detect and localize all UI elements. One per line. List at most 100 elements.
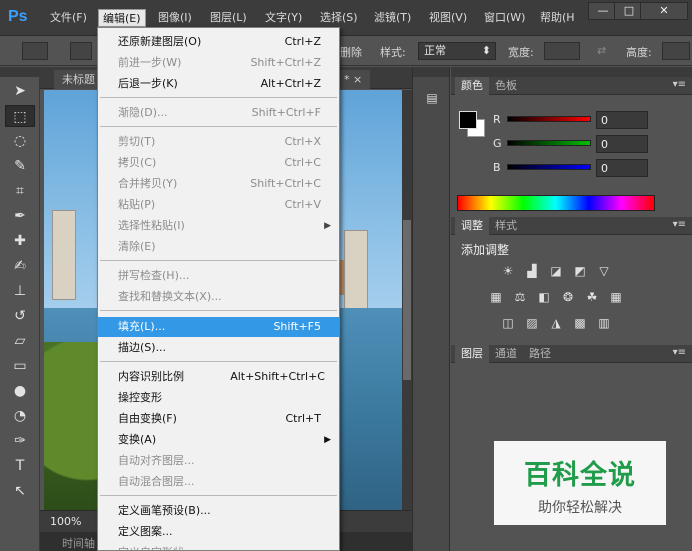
- document-tab-left[interactable]: 未标题: [54, 70, 103, 89]
- menu-separator: [100, 495, 337, 496]
- menu-view[interactable]: 视图(V): [425, 9, 471, 27]
- close-button[interactable]: ✕: [640, 2, 688, 20]
- menu-item-copy-merged[interactable]: 合并拷贝(Y) Shift+Ctrl+C: [98, 174, 339, 194]
- panel-menu-icon[interactable]: ▾≡: [673, 219, 686, 230]
- style-select[interactable]: 正常 ⬍: [418, 42, 496, 60]
- menu-item-step-forward[interactable]: 前进一步(W) Shift+Ctrl+Z: [98, 53, 339, 73]
- menu-item-fill[interactable]: 填充(L)... Shift+F5: [98, 317, 339, 337]
- menu-item-puppet-warp[interactable]: 操控变形: [98, 388, 339, 408]
- tab-swatches[interactable]: 色板: [489, 77, 523, 95]
- tab-paths[interactable]: 路径: [523, 345, 557, 363]
- menu-item-define-pattern[interactable]: 定义图案...: [98, 522, 339, 542]
- menu-image[interactable]: 图像(I): [154, 9, 196, 27]
- eraser-tool-icon[interactable]: ▱: [5, 330, 35, 352]
- menu-item-clear[interactable]: 清除(E): [98, 237, 339, 257]
- menu-item-step-backward[interactable]: 后退一步(K) Alt+Ctrl+Z: [98, 74, 339, 94]
- menu-filter[interactable]: 滤镜(T): [370, 9, 415, 27]
- history-panel-icon[interactable]: ▤: [422, 91, 442, 109]
- eyedropper-tool-icon[interactable]: ✒: [5, 205, 35, 227]
- menu-type[interactable]: 文字(Y): [261, 9, 306, 27]
- menu-edit[interactable]: 编辑(E): [98, 9, 146, 27]
- menu-item-auto-align[interactable]: 自动对齐图层...: [98, 451, 339, 471]
- blue-channel-slider[interactable]: [507, 164, 591, 170]
- color-balance-icon[interactable]: ⚖: [511, 289, 529, 305]
- chevron-icon: ⬍: [481, 44, 491, 57]
- menu-item-paste[interactable]: 粘贴(P) Ctrl+V: [98, 195, 339, 215]
- color-spectrum-bar[interactable]: [457, 195, 655, 211]
- menu-item-define-shape[interactable]: 定义自定形状...: [98, 543, 339, 550]
- foreground-color-swatch[interactable]: [459, 111, 477, 129]
- type-tool-icon[interactable]: T: [5, 455, 35, 477]
- marquee-tool-icon[interactable]: ⬚: [5, 105, 35, 127]
- gradient-tool-icon[interactable]: ▭: [5, 355, 35, 377]
- width-input[interactable]: [544, 42, 580, 60]
- menu-item-transform[interactable]: 变换(A) ▶: [98, 430, 339, 450]
- curves-icon[interactable]: ◪: [547, 263, 565, 279]
- scrollbar-thumb[interactable]: [403, 220, 411, 380]
- red-channel-slider[interactable]: [507, 116, 591, 122]
- lasso-tool-icon[interactable]: ◌: [5, 130, 35, 152]
- menu-item-cut[interactable]: 剪切(T) Ctrl+X: [98, 132, 339, 152]
- invert-icon[interactable]: ◫: [499, 315, 517, 331]
- gradient-map-icon[interactable]: ▥: [595, 315, 613, 331]
- brush-tool-icon[interactable]: ✍: [5, 255, 35, 277]
- menu-item-spell-check[interactable]: 拼写检查(H)...: [98, 266, 339, 286]
- vibrance-icon[interactable]: ▽: [595, 263, 613, 279]
- panel-menu-icon[interactable]: ▾≡: [673, 347, 686, 358]
- dodge-tool-icon[interactable]: ◔: [5, 405, 35, 427]
- path-select-tool-icon[interactable]: ↖: [5, 480, 35, 502]
- move-tool-icon[interactable]: ➤: [5, 80, 35, 102]
- history-brush-tool-icon[interactable]: ↺: [5, 305, 35, 327]
- hue-saturation-icon[interactable]: ▦: [487, 289, 505, 305]
- green-channel-value[interactable]: 0: [596, 135, 648, 153]
- healing-tool-icon[interactable]: ✚: [5, 230, 35, 252]
- brightness-icon[interactable]: ☀: [499, 263, 517, 279]
- menu-help[interactable]: 帮助(H: [536, 9, 579, 27]
- height-input[interactable]: [662, 42, 690, 60]
- photo-filter-icon[interactable]: ❂: [559, 289, 577, 305]
- tab-adjustments[interactable]: 调整: [455, 217, 489, 235]
- exposure-icon[interactable]: ◩: [571, 263, 589, 279]
- red-channel-value[interactable]: 0: [596, 111, 648, 129]
- menu-item-undo[interactable]: 还原新建图层(O) Ctrl+Z: [98, 32, 339, 52]
- tab-color[interactable]: 颜色: [455, 77, 489, 95]
- blur-tool-icon[interactable]: ●: [5, 380, 35, 402]
- menu-item-define-brush[interactable]: 定义画笔预设(B)...: [98, 501, 339, 521]
- crop-tool-icon[interactable]: ⌗: [5, 180, 35, 202]
- stamp-tool-icon[interactable]: ⊥: [5, 280, 35, 302]
- threshold-icon[interactable]: ◮: [547, 315, 565, 331]
- color-lookup-icon[interactable]: ▦: [607, 289, 625, 305]
- menu-file[interactable]: 文件(F): [46, 9, 91, 27]
- panel-menu-icon[interactable]: ▾≡: [673, 79, 686, 90]
- blue-channel-value[interactable]: 0: [596, 159, 648, 177]
- menu-item-free-transform[interactable]: 自由变换(F) Ctrl+T: [98, 409, 339, 429]
- quick-select-tool-icon[interactable]: ✎: [5, 155, 35, 177]
- tab-styles[interactable]: 样式: [489, 217, 523, 235]
- menu-select[interactable]: 选择(S): [316, 9, 362, 27]
- swap-icon[interactable]: ⇄: [597, 44, 606, 57]
- canvas-scrollbar[interactable]: [402, 90, 412, 510]
- selection-mode-icon[interactable]: [70, 42, 92, 60]
- menu-item-paste-special[interactable]: 选择性粘贴(I) ▶: [98, 216, 339, 236]
- tab-channels[interactable]: 通道: [489, 345, 523, 363]
- zoom-level[interactable]: 100%: [50, 515, 81, 528]
- black-white-icon[interactable]: ◧: [535, 289, 553, 305]
- tab-layers[interactable]: 图层: [455, 345, 489, 363]
- menu-item-copy[interactable]: 拷贝(C) Ctrl+C: [98, 153, 339, 173]
- channel-mixer-icon[interactable]: ☘: [583, 289, 601, 305]
- menu-layer[interactable]: 图层(L): [206, 9, 251, 27]
- menu-item-auto-blend[interactable]: 自动混合图层...: [98, 472, 339, 492]
- menu-window[interactable]: 窗口(W): [480, 9, 529, 27]
- menu-item-fade[interactable]: 渐隐(D)... Shift+Ctrl+F: [98, 103, 339, 123]
- timeline-label[interactable]: 时间轴: [62, 535, 95, 551]
- menu-item-content-aware-scale[interactable]: 内容识别比例 Alt+Shift+Ctrl+C: [98, 367, 339, 387]
- marquee-options-icon[interactable]: [22, 42, 48, 60]
- menu-item-find-replace[interactable]: 查找和替换文本(X)...: [98, 287, 339, 307]
- menu-item-stroke[interactable]: 描边(S)...: [98, 338, 339, 358]
- selective-color-icon[interactable]: ▩: [571, 315, 589, 331]
- green-channel-slider[interactable]: [507, 140, 591, 146]
- pen-tool-icon[interactable]: ✑: [5, 430, 35, 452]
- document-tab-close[interactable]: * ×: [336, 70, 371, 89]
- levels-icon[interactable]: ▟: [523, 263, 541, 279]
- posterize-icon[interactable]: ▨: [523, 315, 541, 331]
